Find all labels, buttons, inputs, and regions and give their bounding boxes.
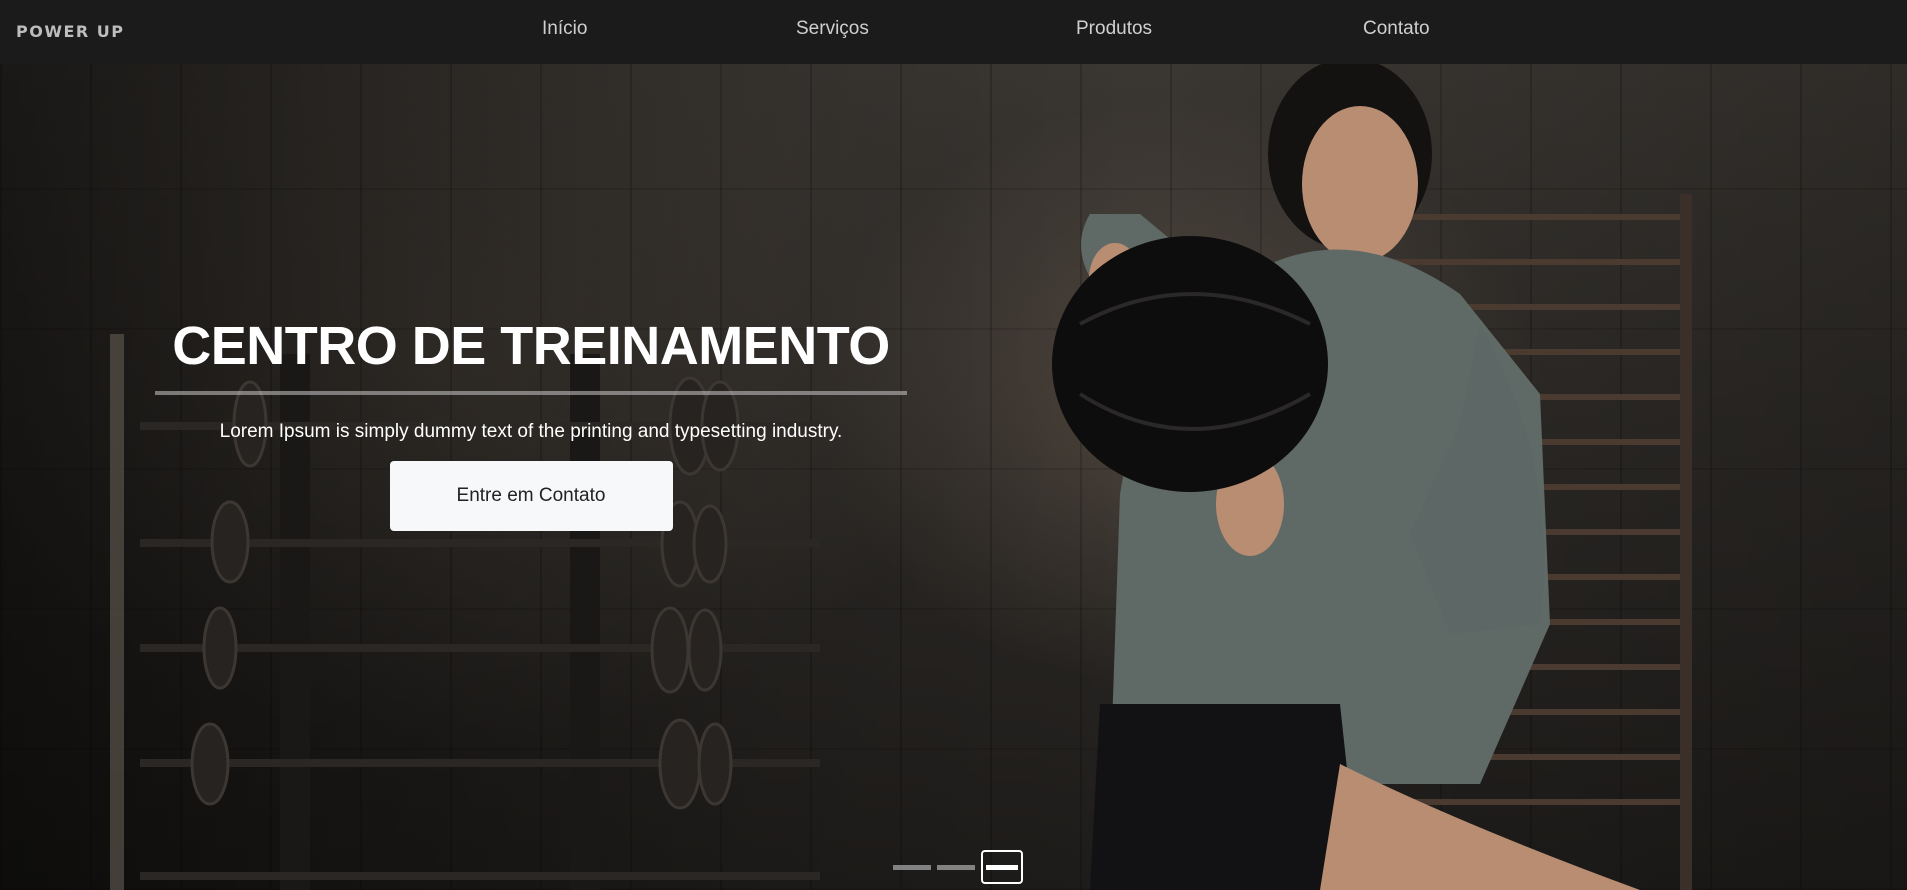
hero-carousel-slide: CENTRO DE TREINAMENTO Lorem Ipsum is sim…	[0, 64, 1907, 890]
hero-divider	[155, 391, 907, 395]
athlete-with-medicine-ball-image	[1052, 64, 1640, 890]
carousel-indicator-3[interactable]	[981, 850, 1023, 884]
nav-link-contato[interactable]: Contato	[1363, 18, 1430, 40]
carousel-indicators	[893, 850, 1023, 884]
nav-link-servicos[interactable]: Serviços	[796, 18, 869, 40]
top-navbar: POWER UP Início Serviços Produtos Contat…	[0, 0, 1907, 64]
hero-subtitle: Lorem Ipsum is simply dummy text of the …	[219, 421, 843, 442]
carousel-indicator-1[interactable]	[893, 864, 931, 870]
hero-title: CENTRO DE TREINAMENTO	[172, 316, 890, 376]
carousel-indicator-3-bar	[986, 864, 1018, 870]
hero-content: CENTRO DE TREINAMENTO Lorem Ipsum is sim…	[155, 311, 907, 531]
carousel-indicator-2[interactable]	[937, 864, 975, 870]
nav-link-produtos[interactable]: Produtos	[1076, 18, 1152, 40]
brand-logo[interactable]: POWER UP	[16, 22, 125, 41]
contact-button[interactable]: Entre em Contato	[389, 461, 673, 531]
nav-link-inicio[interactable]: Início	[542, 18, 587, 40]
